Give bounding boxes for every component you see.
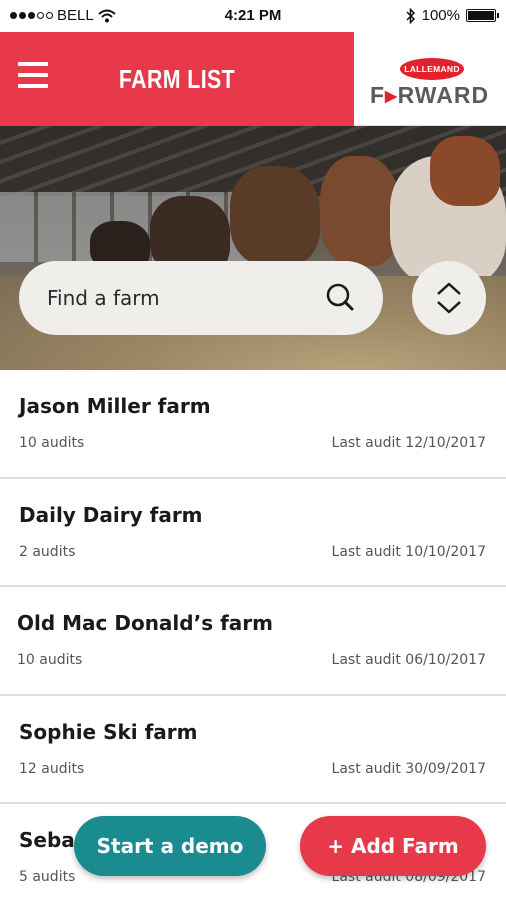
logo-word-first: F: [370, 82, 386, 108]
farm-last-audit: Last audit 10/10/2017: [331, 543, 486, 560]
app-header: FARM LIST LALLEMAND F▸RWARD: [0, 32, 506, 126]
logo-badge: LALLEMAND: [400, 58, 464, 80]
farm-last-audit: Last audit 30/09/2017: [331, 760, 486, 777]
page-title: FARM LIST: [118, 64, 236, 94]
status-right: 100%: [406, 7, 499, 24]
farm-last-audit: Last audit 06/10/2017: [331, 652, 486, 668]
battery-icon: [466, 9, 499, 22]
logo-word-rest: RWARD: [397, 82, 490, 108]
logo-arrow-icon: ▸: [385, 82, 398, 108]
cow-shape: [320, 156, 400, 266]
farm-list-item[interactable]: Daily Dairy farm 2 audits Last audit 10/…: [0, 479, 506, 587]
farm-name: Sophie Ski farm: [19, 719, 198, 744]
farm-name: Daily Dairy farm: [19, 502, 203, 527]
farm-list-item[interactable]: Sophie Ski farm 12 audits Last audit 30/…: [0, 696, 506, 804]
cow-shape: [230, 166, 320, 266]
farm-audit-count: 5 audits: [19, 869, 76, 885]
farm-list-item[interactable]: Jason Miller farm 10 audits Last audit 1…: [0, 370, 506, 479]
sort-button[interactable]: [412, 261, 486, 335]
add-farm-button[interactable]: + Add Farm: [300, 816, 486, 876]
search-icon[interactable]: [321, 278, 361, 318]
farm-audit-count: 10 audits: [19, 435, 85, 451]
logo-wordmark: F▸RWARD: [370, 82, 489, 109]
farm-audit-count: 10 audits: [17, 652, 83, 668]
header-bar: FARM LIST: [0, 32, 354, 126]
hero-image: [0, 126, 506, 370]
farm-last-audit: Last audit 12/10/2017: [331, 435, 486, 451]
farm-audit-count: 2 audits: [19, 543, 76, 560]
farm-name: Old Mac Donald’s farm: [17, 611, 273, 635]
brand-logo: LALLEMAND F▸RWARD: [354, 32, 506, 126]
start-demo-button[interactable]: Start a demo: [74, 816, 266, 876]
battery-percent: 100%: [421, 7, 460, 24]
sort-up-down-icon: [437, 282, 461, 314]
status-bar: BELL 4:21 PM 100%: [0, 0, 506, 32]
search-bar[interactable]: [19, 261, 383, 335]
bluetooth-icon: [406, 7, 415, 24]
search-input[interactable]: [47, 286, 321, 310]
farm-list-item[interactable]: Old Mac Donald’s farm 10 audits Last aud…: [0, 587, 506, 696]
cow-shape: [430, 136, 500, 206]
farm-name: Jason Miller farm: [19, 394, 211, 418]
farm-audit-count: 12 audits: [19, 760, 85, 777]
